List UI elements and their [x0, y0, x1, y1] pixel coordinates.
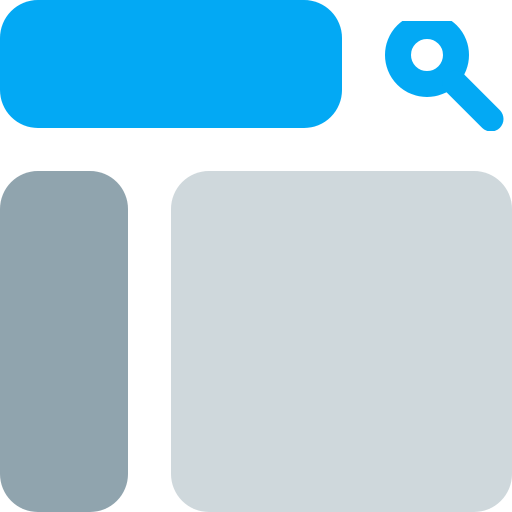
content-panel: [171, 171, 512, 512]
magnifier-glyph: [385, 13, 504, 132]
magnifier-handle: [442, 70, 504, 132]
search-icon[interactable]: [383, 13, 511, 132]
sidebar-panel: [0, 171, 128, 512]
search-bar[interactable]: [0, 0, 342, 128]
layout-search-icon-canvas: [0, 0, 512, 512]
